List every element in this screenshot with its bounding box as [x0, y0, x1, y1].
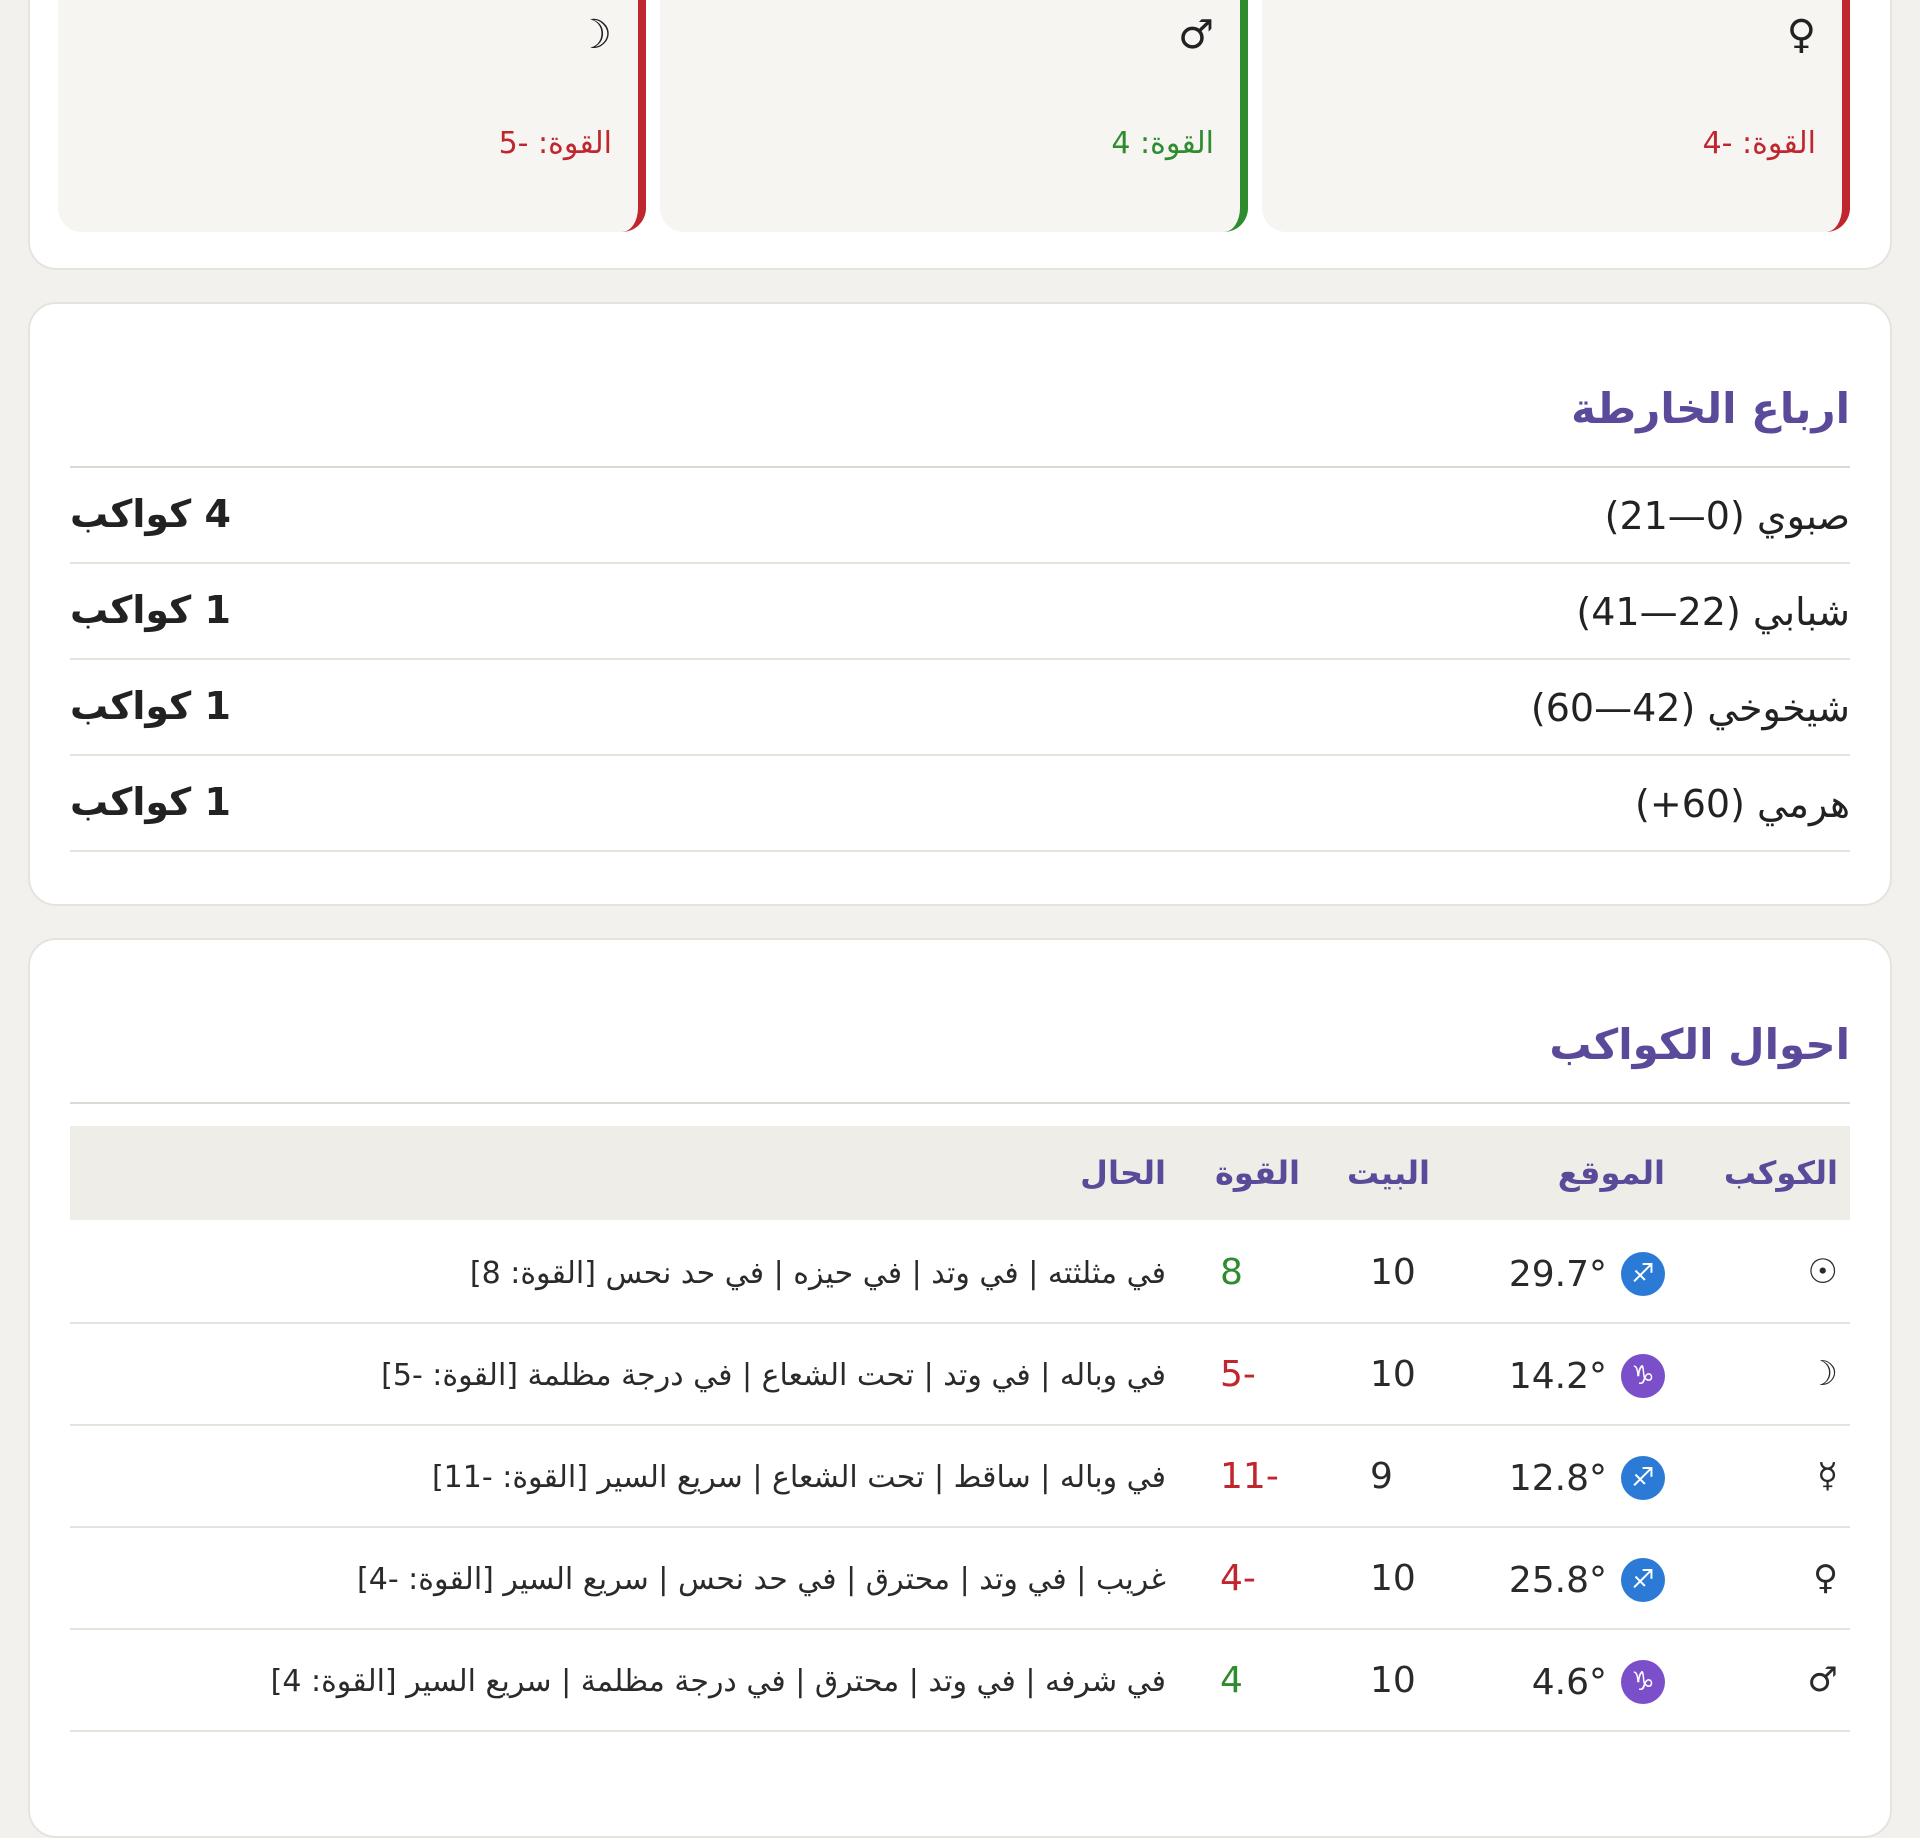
column-header-power[interactable]: القوة	[1215, 1154, 1300, 1192]
status-text: في مثلثته | في وتد | في حيزه | في حد نحس…	[469, 1256, 1166, 1291]
power-value: -4	[1220, 1558, 1256, 1599]
planet-power: القوة: 4	[1111, 126, 1214, 161]
zodiac-sign-icon: ♑	[1621, 1660, 1665, 1704]
table-header: الكوكب الموقع البيت القوة الحال	[70, 1126, 1850, 1220]
planet-position: ♐ 12.8°	[1509, 1456, 1665, 1500]
chart-quarters-card: ارباع الخارطة صبوي (0—21) 4 كواكب شبابي …	[28, 302, 1892, 906]
venus-icon: ♀	[1786, 12, 1816, 58]
zodiac-sign-icon: ♐	[1621, 1252, 1665, 1296]
quarter-count: 1 كواكب	[70, 780, 231, 824]
planet-symbol-icon: ☽	[1807, 1354, 1838, 1394]
degree-value: 29.7°	[1508, 1253, 1607, 1295]
planet-card-venus[interactable]: ♀ القوة: -4	[1262, 0, 1850, 232]
planet-power: القوة: -5	[498, 126, 612, 161]
power-value: -5	[1220, 1354, 1256, 1395]
planet-card-mars[interactable]: ♂ القوة: 4	[660, 0, 1248, 232]
column-header-planet[interactable]: الكوكب	[1724, 1154, 1838, 1192]
mars-icon: ♂	[1178, 12, 1214, 58]
quarter-row: شبابي (22—41) 1 كواكب	[70, 564, 1850, 660]
planet-symbol-icon: ☉	[1807, 1252, 1838, 1292]
power-value: 8	[1220, 1252, 1243, 1293]
house-value: 10	[1370, 1558, 1416, 1599]
planet-symbol-icon: ♀	[1813, 1558, 1838, 1598]
column-header-position[interactable]: الموقع	[1558, 1154, 1665, 1192]
degree-value: 14.2°	[1508, 1355, 1607, 1397]
quarter-row: شيخوخي (42—60) 1 كواكب	[70, 660, 1850, 756]
status-text: في وباله | في وتد | تحت الشعاع | في درجة…	[381, 1358, 1166, 1393]
planet-conditions-card: احوال الكواكب الكوكب الموقع البيت القوة …	[28, 938, 1892, 1838]
quarter-row: هرمي (60+) 1 كواكب	[70, 756, 1850, 852]
quarter-label: شيخوخي (42—60)	[1530, 686, 1850, 730]
quarter-count: 1 كواكب	[70, 588, 231, 632]
status-text: غريب | في وتد | محترق | في حد نحس | سريع…	[357, 1562, 1166, 1597]
zodiac-sign-icon: ♐	[1621, 1558, 1665, 1602]
degree-value: 25.8°	[1508, 1559, 1607, 1601]
planet-position: ♐ 29.7°	[1509, 1252, 1665, 1296]
planet-position: ♑ 14.2°	[1509, 1354, 1665, 1398]
column-header-house[interactable]: البيت	[1347, 1154, 1430, 1192]
quarter-row: صبوي (0—21) 4 كواكب	[70, 468, 1850, 564]
table-row[interactable]: ♀ ♐ 25.8° 10 -4 غريب | في وتد | محترق | في حد…	[70, 1528, 1850, 1630]
column-header-status[interactable]: الحال	[1080, 1154, 1166, 1192]
house-value: 9	[1370, 1456, 1393, 1497]
degree-value: 12.8°	[1508, 1457, 1607, 1499]
divider	[70, 1102, 1850, 1104]
planet-position: ♑ 4.6°	[1532, 1660, 1665, 1704]
house-value: 10	[1370, 1354, 1416, 1395]
quarter-label: صبوي (0—21)	[1604, 494, 1850, 538]
house-value: 10	[1370, 1252, 1416, 1293]
zodiac-sign-icon: ♑	[1621, 1354, 1665, 1398]
table-row[interactable]: ☽ ♑ 14.2° 10 -5 في وباله | في وتد | تحت الشعا…	[70, 1324, 1850, 1426]
quarter-count: 4 كواكب	[70, 492, 231, 536]
table-row[interactable]: ♂ ♑ 4.6° 10 4 في شرفه | في وتد | محترق | في د…	[70, 1630, 1850, 1732]
planet-card-moon[interactable]: ☽ القوة: -5	[58, 0, 646, 232]
section-title: ارباع الخارطة	[1571, 384, 1850, 433]
moon-icon: ☽	[576, 12, 612, 58]
power-value: -11	[1220, 1456, 1279, 1497]
house-value: 10	[1370, 1660, 1416, 1701]
status-text: في وباله | ساقط | تحت الشعاع | سريع السي…	[431, 1460, 1166, 1495]
status-text: في شرفه | في وتد | محترق | في درجة مظلمة…	[270, 1664, 1166, 1699]
table-row[interactable]: ☿ ♐ 12.8° 9 -11 في وباله | ساقط | تحت الشعاع …	[70, 1426, 1850, 1528]
zodiac-sign-icon: ♐	[1621, 1456, 1665, 1500]
planet-symbol-icon: ♂	[1807, 1660, 1838, 1700]
planet-symbol-icon: ☿	[1817, 1456, 1838, 1496]
quarter-label: شبابي (22—41)	[1576, 590, 1850, 634]
planet-strength-card: ♀ القوة: -4 ♂ القوة: 4 ☽ القوة: -5	[28, 0, 1892, 270]
table-row[interactable]: ☉ ♐ 29.7° 10 8 في مثلثته | في وتد | في حيزه |…	[70, 1222, 1850, 1324]
section-title: احوال الكواكب	[1549, 1020, 1850, 1069]
quarter-label: هرمي (60+)	[1635, 782, 1850, 826]
quarter-count: 1 كواكب	[70, 684, 231, 728]
degree-value: 4.6°	[1531, 1661, 1607, 1703]
planet-power: القوة: -4	[1702, 126, 1816, 161]
planet-position: ♐ 25.8°	[1509, 1558, 1665, 1602]
power-value: 4	[1220, 1660, 1243, 1701]
